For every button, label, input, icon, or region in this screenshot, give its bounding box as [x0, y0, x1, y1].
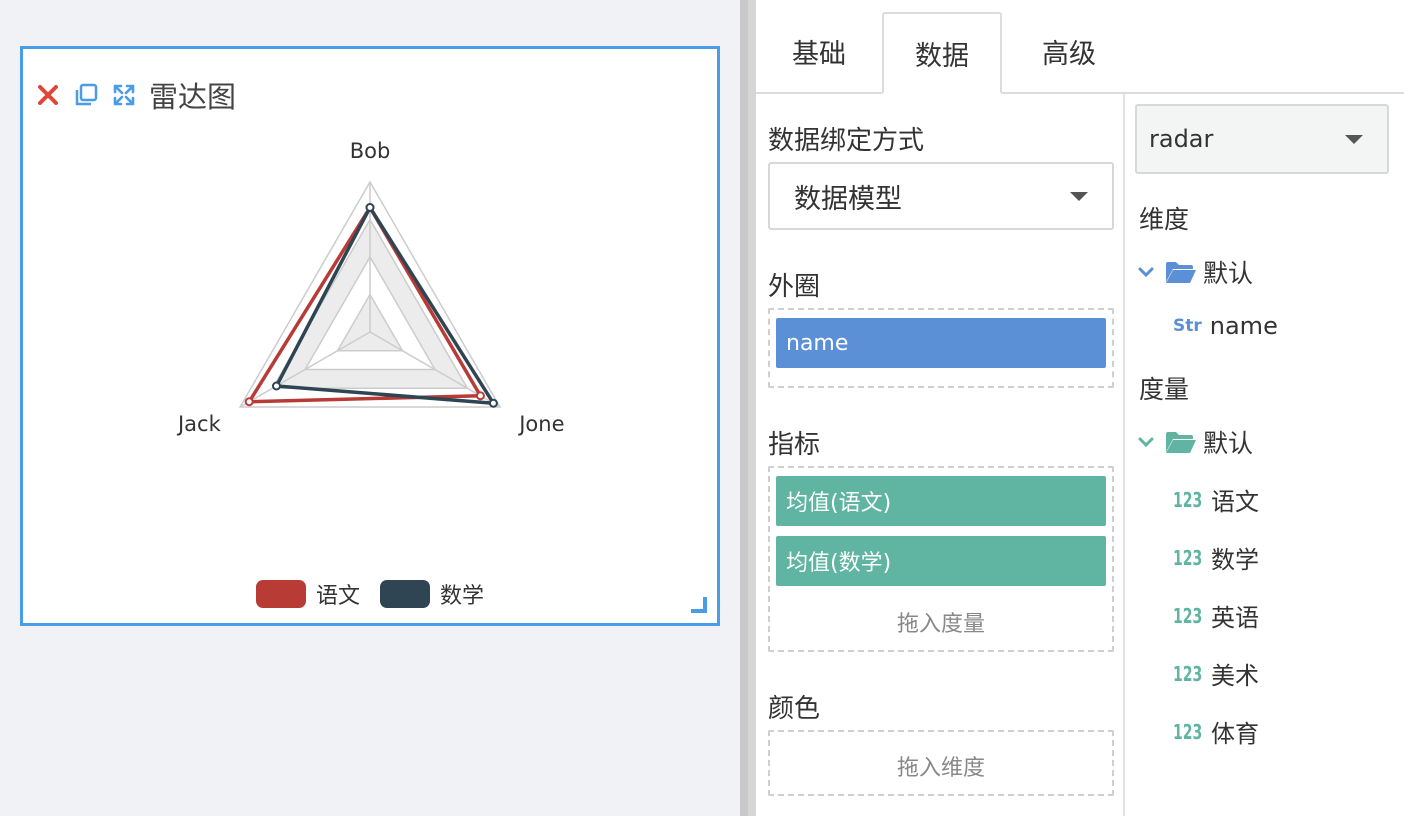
radar-chart: Bob Jone Jack [176, 139, 565, 436]
legend-item[interactable]: 语文 [255, 578, 360, 610]
chevron-down-icon [1137, 433, 1155, 451]
measure-field-math[interactable]: 123 数学 [1173, 540, 1259, 575]
folder-open-icon [1165, 260, 1197, 284]
binding-label: 数据绑定方式 [768, 126, 925, 156]
metric-drop-hint: 拖入度量 [896, 612, 985, 637]
resize-handle[interactable] [691, 597, 707, 613]
legend-item[interactable]: 数学 [380, 578, 484, 610]
radar-indicator-label: Jone [517, 412, 564, 436]
radar-data-point [488, 398, 498, 408]
binding-mode-value: 数据模型 [794, 183, 902, 215]
legend-swatch [255, 580, 306, 608]
radar-indicator-label: Bob [350, 139, 391, 163]
string-type-icon: Str [1173, 316, 1202, 336]
outer-label: 外圈 [768, 272, 821, 302]
chart-widget[interactable]: 雷达图 Bob Jone Jack 语文 数学 [20, 46, 720, 626]
measure-field-art[interactable]: 123 美术 [1173, 656, 1259, 691]
chevron-down-icon [1137, 263, 1155, 281]
legend-label: 数学 [440, 584, 485, 609]
config-column: 数据绑定方式 数据模型 外圈 name 指标 均值(语文) 均值(数学) 拖入度… [756, 94, 1125, 816]
radar-data-point [365, 203, 375, 212]
properties-panel: 基础 数据 高级 数据绑定方式 数据模型 外圈 name 指标 均值(语文) 均… [756, 0, 1404, 816]
radar-indicator-label: Jack [176, 412, 222, 436]
caret-down-icon [1070, 192, 1088, 201]
number-type-icon: 123 [1173, 545, 1203, 570]
color-drop-hint: 拖入维度 [896, 756, 985, 781]
outer-chip-name[interactable]: name [776, 318, 1106, 368]
chart-legend: 语文 数学 [23, 579, 717, 609]
canvas-area: 雷达图 Bob Jone Jack 语文 数学 [0, 0, 740, 816]
radar-data-point [244, 397, 254, 407]
field-label: 数学 [1211, 546, 1259, 574]
dimension-folder-label: 默认 [1203, 259, 1254, 288]
number-type-icon: 123 [1173, 661, 1203, 686]
caret-down-icon [1345, 135, 1363, 144]
dimension-field-name[interactable]: Str name [1173, 312, 1278, 340]
metric-label: 指标 [768, 430, 821, 460]
number-type-icon: 123 [1173, 487, 1203, 512]
field-label: 英语 [1211, 604, 1259, 632]
measure-field-chinese[interactable]: 123 语文 [1173, 482, 1259, 517]
field-label: 语文 [1211, 488, 1259, 516]
chart-type-value: radar [1149, 125, 1214, 153]
outer-drop-zone[interactable]: name [768, 308, 1114, 388]
metric-chip-math[interactable]: 均值(数学) [776, 536, 1106, 586]
radar-data-point [475, 391, 485, 401]
color-label: 颜色 [768, 694, 821, 724]
field-label: name [1209, 312, 1278, 340]
metric-drop-zone[interactable]: 均值(语文) 均值(数学) 拖入度量 [768, 466, 1114, 652]
field-column: radar 维度 默认 Str name 度量 默认 123 语文 123 数学… [1125, 94, 1404, 816]
radar-data-point [271, 381, 281, 391]
tab-basic[interactable]: 基础 [756, 10, 882, 92]
measure-folder-label: 默认 [1203, 429, 1254, 458]
dimension-group-label: 维度 [1139, 205, 1190, 234]
field-label: 美术 [1211, 662, 1259, 690]
color-drop-zone[interactable]: 拖入维度 [768, 730, 1114, 796]
chart-type-select[interactable]: radar [1135, 104, 1389, 174]
dimension-folder[interactable]: 默认 [1137, 254, 1253, 290]
measure-field-english[interactable]: 123 英语 [1173, 598, 1259, 633]
tab-bar: 基础 数据 高级 [756, 12, 1404, 94]
legend-swatch [380, 580, 430, 608]
folder-open-icon [1165, 430, 1197, 454]
measure-group-label: 度量 [1139, 375, 1190, 404]
tab-data[interactable]: 数据 [882, 12, 1002, 94]
number-type-icon: 123 [1173, 719, 1203, 744]
measure-folder[interactable]: 默认 [1137, 424, 1253, 460]
metric-chip-chinese[interactable]: 均值(语文) [776, 476, 1106, 526]
binding-mode-select[interactable]: 数据模型 [768, 162, 1114, 230]
number-type-icon: 123 [1173, 603, 1203, 628]
tab-advanced[interactable]: 高级 [1002, 10, 1136, 92]
measure-field-pe[interactable]: 123 体育 [1173, 714, 1259, 749]
field-label: 体育 [1211, 720, 1259, 748]
legend-label: 语文 [315, 584, 360, 609]
panel-splitter[interactable] [740, 0, 756, 816]
